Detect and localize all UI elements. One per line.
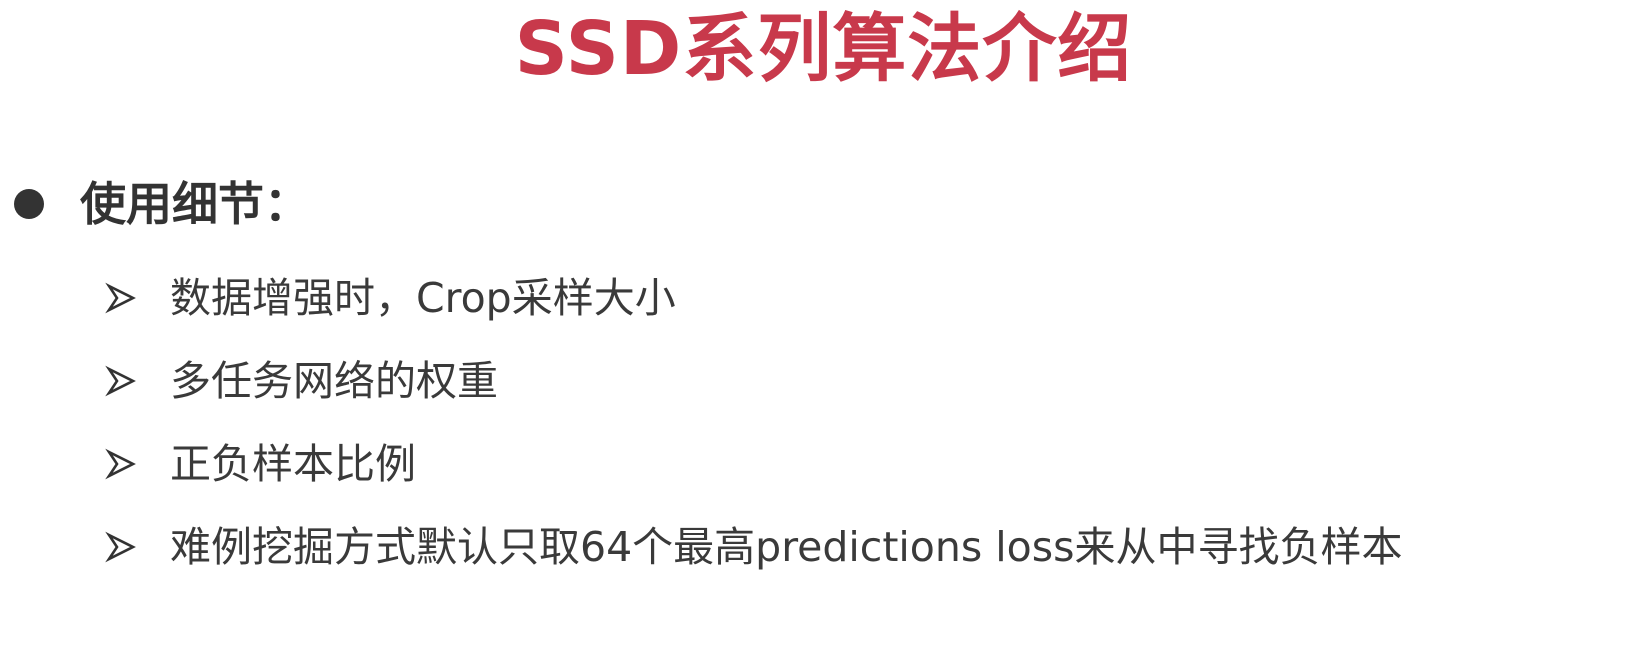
arrow-bullet-icon xyxy=(105,365,136,396)
arrow-bullet-icon xyxy=(105,448,136,479)
detail-list: 数据增强时，Crop采样大小 多任务网络的权重 正负样本比例 难例挖掘方式默认只… xyxy=(104,256,1402,588)
list-item-text: 正负样本比例 xyxy=(170,439,416,488)
list-item-text: 难例挖掘方式默认只取64个最高predictions loss来从中寻找负样本 xyxy=(170,522,1403,571)
arrow-bullet-icon xyxy=(105,282,136,313)
list-item: 正负样本比例 xyxy=(104,422,1402,505)
arrow-bullet-icon xyxy=(105,531,136,562)
list-item-text: 数据增强时，Crop采样大小 xyxy=(170,273,676,322)
slide: SSD系列算法介绍 使用细节： 数据增强时，Crop采样大小 多任务网络的权重 … xyxy=(0,0,1647,651)
filled-circle-bullet-icon xyxy=(14,189,44,219)
section-label: 使用细节： xyxy=(80,177,310,231)
slide-title: SSD系列算法介绍 xyxy=(514,6,1133,92)
list-item: 数据增强时，Crop采样大小 xyxy=(104,256,1402,339)
list-item: 难例挖掘方式默认只取64个最高predictions loss来从中寻找负样本 xyxy=(104,505,1402,588)
list-item-text: 多任务网络的权重 xyxy=(170,356,498,405)
list-item: 多任务网络的权重 xyxy=(104,339,1402,422)
section-heading: 使用细节： xyxy=(14,172,310,236)
